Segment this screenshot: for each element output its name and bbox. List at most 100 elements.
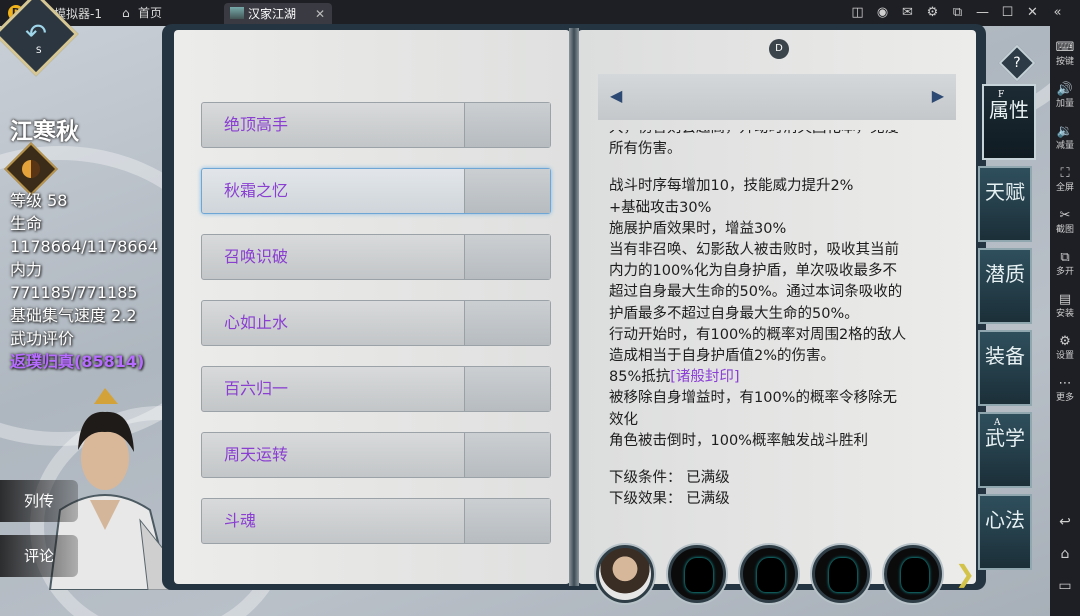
next-level-effect: 下级效果： 已满级 <box>609 491 730 508</box>
skill-name: 秋霜之忆 <box>224 181 289 200</box>
more-icon: ⋯ <box>1058 376 1072 391</box>
team-avatar-selected[interactable] <box>596 545 654 603</box>
sidebar-install-apk[interactable]: ▤ 安装 <box>1050 292 1080 320</box>
recents-icon[interactable]: ▭ <box>1050 578 1080 594</box>
comment-button[interactable]: 评论 <box>0 535 78 577</box>
tab-label: 心法 <box>985 508 1025 532</box>
tab-hotkey: A <box>994 418 1001 428</box>
back-hotkey: S <box>35 45 42 56</box>
apk-icon: ▤ <box>1058 292 1072 307</box>
description-line: 被移除自身增益时，有100%的概率令移除无 <box>609 390 897 407</box>
mail-icon[interactable]: ✉ <box>895 0 920 26</box>
settings-icon[interactable]: ⚙ <box>920 0 945 26</box>
tab-mental-method[interactable]: 心法 <box>978 494 1032 570</box>
tab-attributes[interactable]: F 属性 <box>982 84 1036 160</box>
gamepad-icon[interactable]: ◫ <box>845 0 870 26</box>
multi-instance-icon: ⧉ <box>1060 250 1070 265</box>
skill-row-0[interactable]: 绝顶高手 <box>201 102 551 148</box>
skill-level-slot <box>464 235 550 279</box>
tab-equipment[interactable]: 装备 <box>978 330 1032 406</box>
tab-hotkey: F <box>998 90 1005 100</box>
skill-level-slot <box>464 103 550 147</box>
keyboard-icon: ⌨ <box>1055 40 1075 55</box>
skill-row-3[interactable]: 心如止水 <box>201 300 551 346</box>
sidebar-fullscreen[interactable]: ⛶ 全屏 <box>1050 166 1080 194</box>
team-avatar-locked[interactable] <box>740 545 798 603</box>
resist-text: 85%抵抗 <box>609 369 671 386</box>
tab-label: 属性 <box>989 98 1029 122</box>
tab-game[interactable]: 汉家江湖 ✕ <box>224 3 332 26</box>
sidebar-settings[interactable]: ⚙ 设置 <box>1050 334 1080 362</box>
description-line: 超过自身最大生命的50%。通过本词条吸收的 <box>609 284 903 301</box>
description-line: 行动开始时，有100%的概率对周围2格的敌人 <box>609 326 907 343</box>
tab-martial-arts[interactable]: A 武学 <box>978 412 1032 488</box>
description-line: 当有非召唤、幻影敌人被击败时，吸收其当前 <box>609 242 899 259</box>
home-icon[interactable]: ⌂ <box>1050 546 1080 562</box>
skill-level-slot <box>464 499 550 543</box>
team-avatar-locked[interactable] <box>812 545 870 603</box>
pin-icon[interactable]: ⧉ <box>945 0 970 26</box>
tab-talent[interactable]: 天赋 <box>978 166 1032 242</box>
back-icon[interactable]: ↩ <box>1050 514 1080 530</box>
minimize-icon[interactable]: — <box>970 0 995 26</box>
sidebar-multi-instance[interactable]: ⧉ 多开 <box>1050 250 1080 278</box>
description-line: 大，伤害则会越高，升动时消失固化本，免疫 <box>609 130 949 139</box>
game-icon <box>230 7 244 19</box>
scissors-icon: ✂ <box>1059 208 1071 223</box>
close-icon[interactable]: ✕ <box>1020 0 1045 26</box>
skill-name: 召唤识破 <box>224 247 289 266</box>
next-team-arrow-icon[interactable]: ❯ <box>955 560 975 588</box>
user-icon[interactable]: ◉ <box>870 0 895 26</box>
tab-potential[interactable]: 潜质 <box>978 248 1032 324</box>
collapse-icon[interactable]: « <box>1045 0 1070 26</box>
rating-value: 返璞归真(85814) <box>10 352 145 371</box>
mp-label: 内力 <box>10 260 43 279</box>
skill-level-slot <box>464 169 550 213</box>
resist-tag-link[interactable]: [诸般封印] <box>670 369 739 385</box>
description-line: 所有伤害。 <box>609 141 682 158</box>
skill-name: 周天运转 <box>224 445 289 464</box>
skill-row-5[interactable]: 周天运转 <box>201 432 551 478</box>
home-icon: ⌂ <box>122 6 130 20</box>
skill-name: 百六归一 <box>224 379 289 398</box>
skill-level-slot <box>464 433 550 477</box>
team-avatar-locked[interactable] <box>668 545 726 603</box>
fullscreen-icon: ⛶ <box>1060 166 1070 181</box>
team-avatar-locked[interactable] <box>884 545 942 603</box>
skill-row-2[interactable]: 召唤识破 <box>201 234 551 280</box>
back-arrow-icon: ↶ <box>25 19 47 49</box>
tab-home[interactable]: ⌂ 首页 <box>112 0 222 26</box>
description-line: +基础攻击30% <box>609 199 712 216</box>
tab-label: 天赋 <box>985 180 1025 204</box>
maximize-icon[interactable]: ☐ <box>995 0 1020 26</box>
tab-close-icon[interactable]: ✕ <box>315 3 325 25</box>
skill-level-slot <box>464 301 550 345</box>
sidebar-screenshot[interactable]: ✂ 截图 <box>1050 208 1080 236</box>
silhouette-icon <box>757 558 785 592</box>
hp-value: 1178664/1178664 <box>10 237 158 256</box>
previous-page-icon[interactable]: ◀ <box>610 86 622 105</box>
sidebar-more[interactable]: ⋯ 更多 <box>1050 376 1080 404</box>
skill-level-slot <box>464 367 550 411</box>
volume-up-icon: 🔊 <box>1056 82 1074 97</box>
skill-name: 斗魂 <box>224 511 257 530</box>
sidebar-volume-down[interactable]: 🔉 减量 <box>1050 124 1080 152</box>
skill-row-1[interactable]: 秋霜之忆 <box>201 168 551 214</box>
biography-button[interactable]: 列传 <box>0 480 78 522</box>
tab-label: 装备 <box>985 344 1025 368</box>
skill-name: 绝顶高手 <box>224 115 289 134</box>
description-line: 内力的100%化为自身护盾，单次吸收最多不 <box>609 263 897 280</box>
yin-yang-icon <box>22 160 40 178</box>
description-line: 造成相当于自身护盾值2%的伤害。 <box>609 348 836 365</box>
next-level-condition: 下级条件： 已满级 <box>609 470 730 487</box>
mp-value: 771185/771185 <box>10 283 138 302</box>
skill-row-6[interactable]: 斗魂 <box>201 498 551 544</box>
next-page-icon[interactable]: ▶ <box>932 86 944 105</box>
skill-row-4[interactable]: 百六归一 <box>201 366 551 412</box>
sidebar-volume-up[interactable]: 🔊 加量 <box>1050 82 1080 110</box>
question-icon: ? <box>1013 55 1021 71</box>
volume-down-icon: 🔉 <box>1056 124 1074 139</box>
sidebar-keymap[interactable]: ⌨ 按键 <box>1050 40 1080 68</box>
silhouette-icon <box>829 558 857 592</box>
gear-icon: ⚙ <box>1059 334 1071 349</box>
